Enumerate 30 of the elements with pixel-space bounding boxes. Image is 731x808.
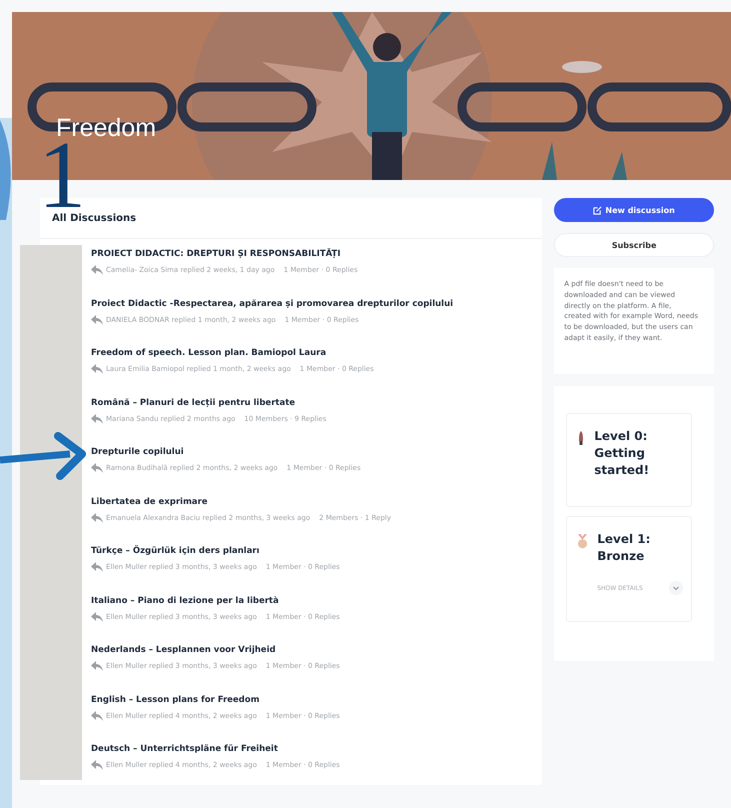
new-discussion-button[interactable]: New discussion bbox=[554, 198, 714, 222]
discussion-title[interactable]: Türkçe – Özgürlük için ders planları bbox=[91, 546, 454, 556]
reply-icon bbox=[91, 562, 103, 572]
level-title: Level 1: Bronze bbox=[597, 531, 652, 565]
reply-icon bbox=[91, 512, 103, 522]
discussion-title[interactable]: Libertatea de exprimare bbox=[91, 496, 454, 506]
reply-icon bbox=[91, 661, 103, 671]
reply-icon bbox=[91, 265, 103, 275]
reply-icon bbox=[91, 463, 103, 473]
discussion-title[interactable]: PROIECT DIDACTIC: DREPTURI ȘI RESPONSABILITĂȚI bbox=[91, 249, 454, 259]
reply-icon bbox=[91, 364, 103, 374]
discussion-title[interactable]: Deutsch – Unterrichtspläne für Freiheit bbox=[91, 744, 454, 754]
discussion-title[interactable]: Nederlands – Lesplannen voor Vrijheid bbox=[91, 645, 454, 655]
discussion-title[interactable]: English – Lesson plans for Freedom bbox=[91, 694, 454, 704]
medal-icon bbox=[577, 534, 588, 549]
rocket-icon bbox=[577, 431, 586, 445]
discussion-title[interactable]: Italiano – Piano di lezione per la libertà bbox=[91, 596, 454, 606]
reply-icon bbox=[91, 710, 103, 720]
chevron-icon[interactable] bbox=[669, 581, 683, 595]
discussion-title[interactable]: Freedom of speech. Lesson plan. Bamiopol Laura bbox=[91, 348, 454, 358]
reply-icon bbox=[91, 414, 103, 424]
discussion-title[interactable]: Română – Planuri de lecții pentru libertate bbox=[91, 398, 454, 408]
discussion-title[interactable]: Drepturile copilului bbox=[91, 447, 454, 457]
level-title: Level 0: Getting started! bbox=[594, 428, 650, 479]
subscribe-button[interactable]: Subscribe bbox=[554, 233, 714, 257]
discussion-title[interactable]: Proiect Didactic -Respectarea, apărarea și promovarea drepturilor copilului bbox=[91, 298, 454, 308]
reply-icon bbox=[91, 314, 103, 324]
edit-icon bbox=[593, 206, 602, 214]
reply-icon bbox=[91, 612, 103, 622]
reply-icon bbox=[91, 760, 103, 770]
